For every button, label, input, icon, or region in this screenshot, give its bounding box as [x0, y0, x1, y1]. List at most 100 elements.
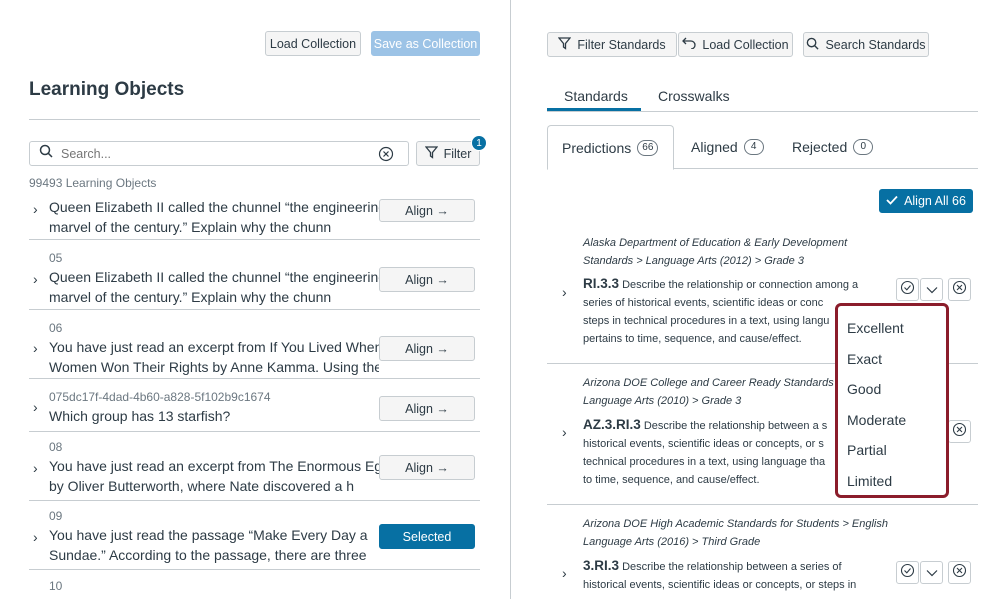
item-text-line1: You have just read an excerpt from The E…: [49, 458, 379, 474]
align-button[interactable]: Align →: [379, 455, 475, 480]
search-box[interactable]: [29, 141, 409, 166]
align-all-label: Align All 66: [904, 194, 966, 208]
align-button[interactable]: Align →: [379, 396, 475, 421]
chevron-right-icon[interactable]: ›: [33, 271, 38, 287]
menu-item-excellent[interactable]: Excellent: [838, 313, 946, 344]
accept-button[interactable]: [896, 278, 919, 301]
divider: [29, 119, 480, 120]
count-badge: 4: [743, 139, 764, 155]
standard-description: RI.3.3 Describe the relationship or conn…: [583, 275, 873, 348]
filter-standards-button[interactable]: Filter Standards: [547, 32, 677, 57]
list-item[interactable]: › Queen Elizabeth II called the chunnel …: [29, 197, 480, 240]
menu-item-good[interactable]: Good: [838, 374, 946, 405]
list-item[interactable]: 09 › You have just read the passage “Mak…: [29, 508, 480, 570]
chevron-right-icon[interactable]: ›: [562, 284, 567, 300]
list-item[interactable]: 06 › You have just read an excerpt from …: [29, 318, 480, 379]
item-id: 09: [49, 509, 63, 523]
match-dropdown-button[interactable]: [920, 561, 943, 584]
desc-line: to time, sequence, and cause/effect.: [583, 474, 760, 486]
match-dropdown-button[interactable]: [920, 278, 943, 301]
menu-item-partial[interactable]: Partial: [838, 435, 946, 466]
check-icon: [886, 194, 898, 208]
subtab-label: Predictions: [562, 139, 632, 156]
subtab-aligned[interactable]: Aligned 4: [677, 125, 778, 169]
undo-icon: [682, 37, 697, 52]
menu-item-moderate[interactable]: Moderate: [838, 405, 946, 436]
chevron-right-icon[interactable]: ›: [33, 529, 38, 545]
item-text-line1: Queen Elizabeth II called the chunnel “t…: [49, 269, 379, 285]
list-item[interactable]: 05 › Queen Elizabeth II called the chunn…: [29, 249, 480, 310]
clear-search-icon[interactable]: [378, 146, 394, 167]
standards-tabs: Standards Crosswalks: [547, 80, 978, 112]
learning-objects-pane: Load Collection Save as Collection Learn…: [0, 0, 511, 599]
list-item[interactable]: 10: [29, 578, 480, 599]
chevron-right-icon[interactable]: ›: [33, 399, 38, 415]
reject-button[interactable]: [948, 420, 971, 443]
search-standards-label: Search Standards: [825, 37, 926, 52]
reject-button[interactable]: [948, 561, 971, 584]
save-as-collection-button[interactable]: Save as Collection: [371, 31, 480, 56]
load-collection-label: Load Collection: [702, 37, 789, 52]
chevron-right-icon[interactable]: ›: [562, 565, 567, 581]
count-badge: 0: [853, 139, 874, 155]
chevron-right-icon[interactable]: ›: [33, 201, 38, 217]
chevron-right-icon[interactable]: ›: [33, 340, 38, 356]
selected-label: Selected: [402, 529, 452, 544]
chevron-right-icon[interactable]: ›: [562, 424, 567, 440]
subtab-rejected[interactable]: Rejected 0: [778, 125, 887, 169]
chevron-right-icon[interactable]: ›: [33, 460, 38, 476]
item-id: 05: [49, 251, 63, 265]
desc-line: pertains to time, sequence, and cause/ef…: [583, 333, 802, 345]
item-id: 075dc17f-4dad-4b60-a828-5f102b9c1674: [49, 390, 271, 404]
check-circle-icon: [900, 280, 915, 300]
source-line: Arizona DOE College and Career Ready Sta…: [583, 377, 844, 389]
list-item[interactable]: 075dc17f-4dad-4b60-a828-5f102b9c1674 › W…: [29, 387, 480, 432]
list-item[interactable]: 08 › You have just read an excerpt from …: [29, 439, 480, 501]
close-circle-icon: [952, 422, 967, 442]
standard-code: RI.3.3: [583, 276, 620, 291]
active-tab-indicator: [547, 108, 641, 111]
align-label: Align →: [405, 272, 449, 287]
reject-button[interactable]: [948, 278, 971, 301]
load-collection-button[interactable]: Load Collection: [678, 32, 793, 57]
tab-standards[interactable]: Standards: [564, 88, 628, 104]
desc-line: Describe the relationship or connection …: [619, 279, 859, 291]
item-id: 10: [49, 579, 63, 593]
item-id: 08: [49, 440, 63, 454]
align-label: Align →: [405, 460, 449, 475]
source-line: Arizona DOE High Academic Standards for …: [583, 518, 888, 530]
desc-line: series of historical events, scientific …: [583, 297, 824, 309]
source-line: Language Arts (2010) > Grade 3: [583, 395, 742, 407]
standard-source: Arizona DOE High Academic Standards for …: [583, 515, 893, 551]
load-collection-button[interactable]: Load Collection: [265, 31, 361, 56]
tab-crosswalks[interactable]: Crosswalks: [658, 88, 730, 104]
align-button[interactable]: Align →: [379, 267, 475, 292]
item-text-line1: You have just read the passage “Make Eve…: [49, 527, 368, 543]
accept-button[interactable]: [896, 561, 919, 584]
desc-line: technical procedures in a text, using la…: [583, 456, 826, 468]
align-label: Align →: [405, 401, 449, 416]
save-as-collection-label: Save as Collection: [373, 36, 478, 51]
align-button[interactable]: Align →: [379, 199, 475, 222]
source-line: Language Arts (2016) > Third Grade: [583, 536, 761, 548]
source-line: Alaska Department of Education & Early D…: [583, 237, 848, 249]
subtab-predictions[interactable]: Predictions 66: [547, 125, 674, 170]
search-input[interactable]: [61, 146, 371, 161]
page-title: Learning Objects: [29, 79, 185, 100]
standard-description: 3.RI.3 Describe the relationship between…: [583, 557, 893, 594]
count-badge: 66: [637, 139, 659, 156]
align-all-button[interactable]: Align All 66: [879, 189, 973, 213]
filter-label: Filter: [443, 146, 472, 161]
desc-line: historical events, scientific ideas or c…: [583, 579, 857, 591]
menu-item-exact[interactable]: Exact: [838, 344, 946, 375]
search-standards-button[interactable]: Search Standards: [803, 32, 929, 57]
align-button[interactable]: Align →: [379, 336, 475, 361]
item-text-line2: marvel of the century.” Explain why the …: [49, 219, 332, 235]
standard-source: Alaska Department of Education & Early D…: [583, 234, 873, 270]
item-text-line2: by Oliver Butterworth, where Nate discov…: [49, 478, 355, 494]
results-count: 99493 Learning Objects: [29, 176, 157, 190]
subtab-label: Rejected: [792, 139, 848, 155]
desc-line: Describe the relationship between a seri…: [619, 561, 842, 573]
selected-button[interactable]: Selected: [379, 524, 475, 549]
menu-item-limited[interactable]: Limited: [838, 466, 946, 497]
